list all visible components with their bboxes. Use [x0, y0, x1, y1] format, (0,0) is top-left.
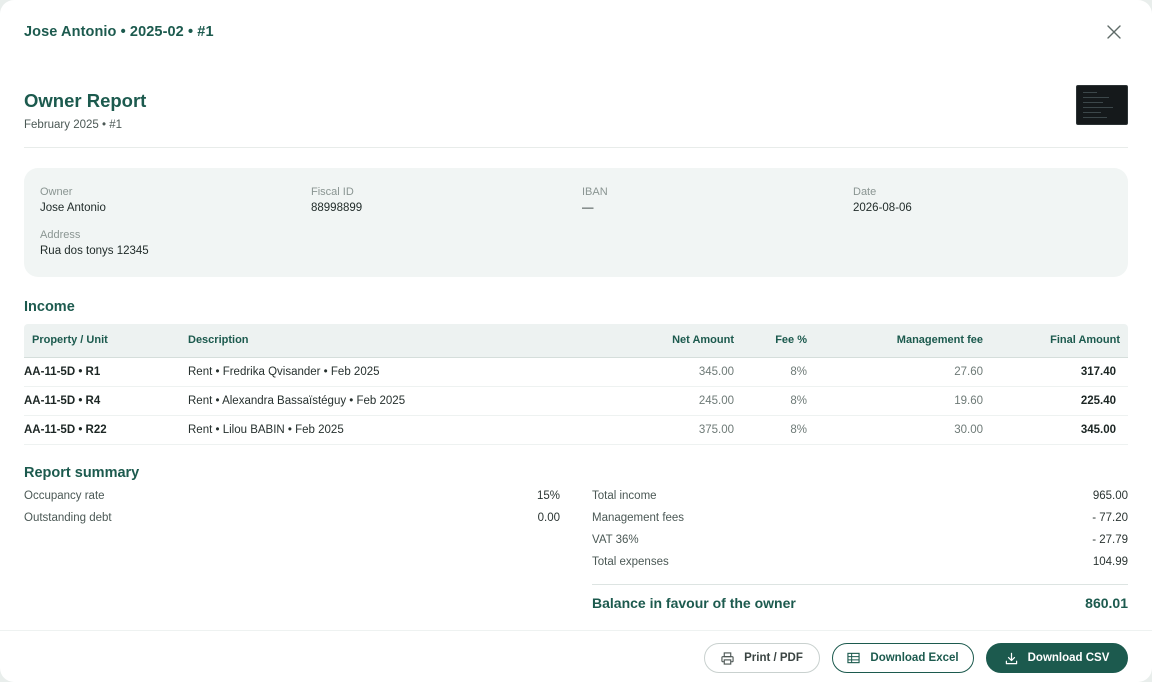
table-row: AA-11-5D • R4 Rent • Alexandra Bassaïsté… — [24, 386, 1128, 416]
summary-row-total-income: Total income 965.00 — [592, 490, 1128, 512]
summary-row-total-expenses: Total expenses 104.99 — [592, 556, 1128, 578]
col-description: Description — [188, 324, 616, 358]
summary-row-management-fees: Management fees - 77.20 — [592, 512, 1128, 534]
table-row: AA-11-5D • R22 Rent • Lilou BABIN • Feb … — [24, 415, 1128, 445]
summary-value: 15% — [536, 490, 560, 502]
table-row: AA-11-5D • R1 Rent • Fredrika Qvisander … — [24, 357, 1128, 387]
owner-info-card: Owner Jose Antonio Fiscal ID 88998899 IB… — [24, 168, 1128, 277]
row-final-amount: 345.00 — [993, 415, 1128, 445]
summary-row-vat: VAT 36% - 27.79 — [592, 534, 1128, 556]
report-header: Owner Report February 2025 • #1 — [24, 84, 1128, 148]
row-management-fee: 27.60 — [819, 357, 993, 387]
col-management-fee: Management fee — [819, 324, 993, 358]
summary-left: Occupancy rate 15% Outstanding debt 0.00 — [24, 490, 560, 534]
row-final-amount: 225.40 — [993, 386, 1128, 416]
row-description: Rent • Alexandra Bassaïstéguy • Feb 2025 — [188, 386, 616, 416]
income-table-header: Property / Unit Description Net Amount F… — [24, 324, 1128, 358]
balance-label: Balance in favour of the owner — [592, 594, 796, 611]
fiscal-id-label: Fiscal ID — [311, 186, 354, 198]
row-net-amount: 245.00 — [616, 386, 746, 416]
close-icon — [1107, 25, 1121, 39]
row-description: Rent • Lilou BABIN • Feb 2025 — [188, 415, 616, 445]
summary-section-title: Report summary — [24, 465, 140, 481]
summary-value: 0.00 — [537, 512, 560, 524]
summary-value: - 77.20 — [1092, 512, 1128, 524]
report-title: Owner Report — [24, 90, 147, 111]
download-csv-button[interactable]: Download CSV — [986, 643, 1128, 673]
print-pdf-button[interactable]: Print / PDF — [704, 643, 820, 673]
download-excel-button[interactable]: Download Excel — [832, 643, 974, 673]
summary-row-debt: Outstanding debt 0.00 — [24, 512, 560, 534]
income-section-title: Income — [24, 299, 75, 315]
col-property-unit: Property / Unit — [24, 324, 188, 358]
row-management-fee: 30.00 — [819, 415, 993, 445]
row-fee-pct: 8% — [746, 357, 819, 387]
income-table: Property / Unit Description Net Amount F… — [24, 324, 1128, 445]
summary-label: Occupancy rate — [24, 490, 105, 502]
summary-label: Total expenses — [592, 556, 669, 568]
modal-header: Jose Antonio • 2025-02 • #1 — [24, 22, 1128, 42]
summary-label: Management fees — [592, 512, 685, 524]
iban-value: — — [582, 202, 594, 214]
download-excel-label: Download Excel — [870, 652, 959, 664]
printer-icon — [721, 651, 734, 665]
row-fee-pct: 8% — [746, 415, 819, 445]
summary-value: 965.00 — [1092, 490, 1128, 502]
report-subtitle: February 2025 • #1 — [24, 119, 123, 131]
address-label: Address — [40, 229, 81, 241]
balance-row: Balance in favour of the owner 860.01 — [592, 584, 1128, 620]
report-thumbnail[interactable] — [1076, 85, 1128, 125]
summary-right: Total income 965.00 Management fees - 77… — [592, 490, 1128, 620]
iban-label: IBAN — [582, 186, 608, 198]
row-fee-pct: 8% — [746, 386, 819, 416]
date-field: Date 2026-08-06 — [853, 186, 912, 214]
address-field: Address Rua dos tonys 12345 — [40, 229, 149, 257]
date-label: Date — [853, 186, 877, 198]
row-net-amount: 345.00 — [616, 357, 746, 387]
summary-row-occupancy: Occupancy rate 15% — [24, 490, 560, 512]
col-final-amount: Final Amount — [993, 324, 1128, 358]
row-net-amount: 375.00 — [616, 415, 746, 445]
summary-value: - 27.79 — [1092, 534, 1128, 546]
close-button[interactable] — [1104, 22, 1124, 42]
fiscal-id-value: 88998899 — [311, 202, 363, 214]
download-icon — [1005, 652, 1017, 664]
col-net-amount: Net Amount — [616, 324, 746, 358]
address-value: Rua dos tonys 12345 — [40, 245, 149, 257]
date-value: 2026-08-06 — [853, 202, 912, 214]
row-final-amount: 317.40 — [993, 357, 1128, 387]
summary-value: 104.99 — [1092, 556, 1128, 568]
row-description: Rent • Fredrika Qvisander • Feb 2025 — [188, 357, 616, 387]
summary-label: Total income — [592, 490, 657, 502]
iban-field: IBAN — — [582, 186, 608, 214]
col-fee-pct: Fee % — [746, 324, 819, 358]
fiscal-id-field: Fiscal ID 88998899 — [311, 186, 362, 214]
owner-report-modal: Jose Antonio • 2025-02 • #1 Owner Report… — [0, 0, 1152, 682]
row-unit: AA-11-5D • R4 — [24, 386, 188, 416]
spreadsheet-icon — [847, 652, 861, 664]
modal-footer: Print / PDF Download Excel Download CSV — [0, 630, 1152, 682]
row-unit: AA-11-5D • R22 — [24, 415, 188, 445]
download-csv-label: Download CSV — [1027, 652, 1110, 664]
summary-label: VAT 36% — [592, 534, 639, 546]
owner-field: Owner Jose Antonio — [40, 186, 106, 214]
row-unit: AA-11-5D • R1 — [24, 357, 188, 387]
modal-title: Jose Antonio • 2025-02 • #1 — [24, 24, 214, 40]
row-management-fee: 19.60 — [819, 386, 993, 416]
owner-value: Jose Antonio — [40, 202, 106, 214]
owner-label: Owner — [40, 186, 73, 198]
print-pdf-label: Print / PDF — [744, 652, 803, 664]
summary-label: Outstanding debt — [24, 512, 112, 524]
balance-value: 860.01 — [1085, 594, 1128, 611]
